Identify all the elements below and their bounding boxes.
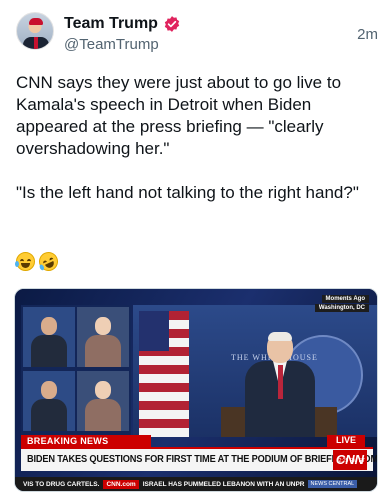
avatar[interactable] — [16, 12, 54, 50]
ticker-text-left: VIS TO DRUG CARTELS. — [23, 480, 100, 488]
flag-canton — [139, 311, 169, 351]
post-header: Team Trump @TeamTrump 2m — [12, 8, 380, 60]
display-name[interactable]: Team Trump — [64, 15, 158, 33]
panelist-body — [31, 335, 67, 367]
post-timestamp[interactable]: 2m — [357, 26, 378, 43]
panelist-tile — [23, 307, 75, 367]
emoji-tear — [38, 263, 45, 271]
main-video-feed: THE WHITE HOUSE — [133, 305, 377, 437]
ticker-cnn-logo: CNN.com — [103, 479, 139, 489]
panelist-tile — [23, 371, 75, 431]
emoji-row — [15, 248, 62, 275]
avatar-hat — [29, 18, 43, 25]
speaker-figure — [241, 332, 317, 437]
news-central-tag: NEWS CENTRAL — [307, 480, 358, 488]
panelist-tile — [77, 371, 129, 431]
panel-grid — [21, 305, 131, 435]
rolling-laughing-emoji-icon — [35, 248, 62, 275]
panelist-head — [95, 381, 111, 399]
headline-bar: BIDEN TAKES QUESTIONS FOR FIRST TIME AT … — [21, 447, 377, 471]
speaker-tie — [278, 365, 283, 399]
panelist-head — [41, 317, 57, 335]
live-badge: LIVE — [327, 435, 365, 447]
emoji-mouth — [21, 263, 30, 268]
panelist-body — [85, 335, 121, 367]
panelist-head — [95, 317, 111, 335]
panelist-head — [41, 381, 57, 399]
broadcast-clock: 2:25 PM ET — [338, 458, 365, 464]
post-body-text: CNN says they were just about to go live… — [16, 73, 359, 202]
breaking-news-bar: BREAKING NEWS — [21, 435, 151, 447]
panelist-body — [31, 399, 67, 431]
video-media[interactable]: THE WHITE HOUSE Moments Ago Washington, … — [14, 288, 378, 492]
news-ticker: VIS TO DRUG CARTELS. CNN.com ISRAEL HAS … — [15, 477, 377, 491]
location-label: Washington, DC — [314, 304, 369, 312]
verified-badge-icon[interactable] — [163, 15, 181, 33]
ticker-text-right: ISRAEL HAS PUMMELED LEBANON WITH AN UNPR — [142, 480, 305, 488]
emoji-tear — [15, 261, 19, 267]
chyron-headline: BIDEN TAKES QUESTIONS FOR FIRST TIME AT … — [27, 453, 378, 465]
panelist-body — [85, 399, 121, 431]
emoji-mouth — [45, 260, 56, 270]
user-handle[interactable]: @TeamTrump — [64, 36, 159, 53]
panelist-tile — [77, 307, 129, 367]
moments-ago-label: Moments Ago — [321, 295, 369, 303]
speaker-hair — [268, 332, 292, 341]
avatar-tie — [34, 37, 38, 49]
tears-of-joy-emoji-icon — [15, 252, 35, 271]
name-row: Team Trump — [64, 14, 181, 34]
